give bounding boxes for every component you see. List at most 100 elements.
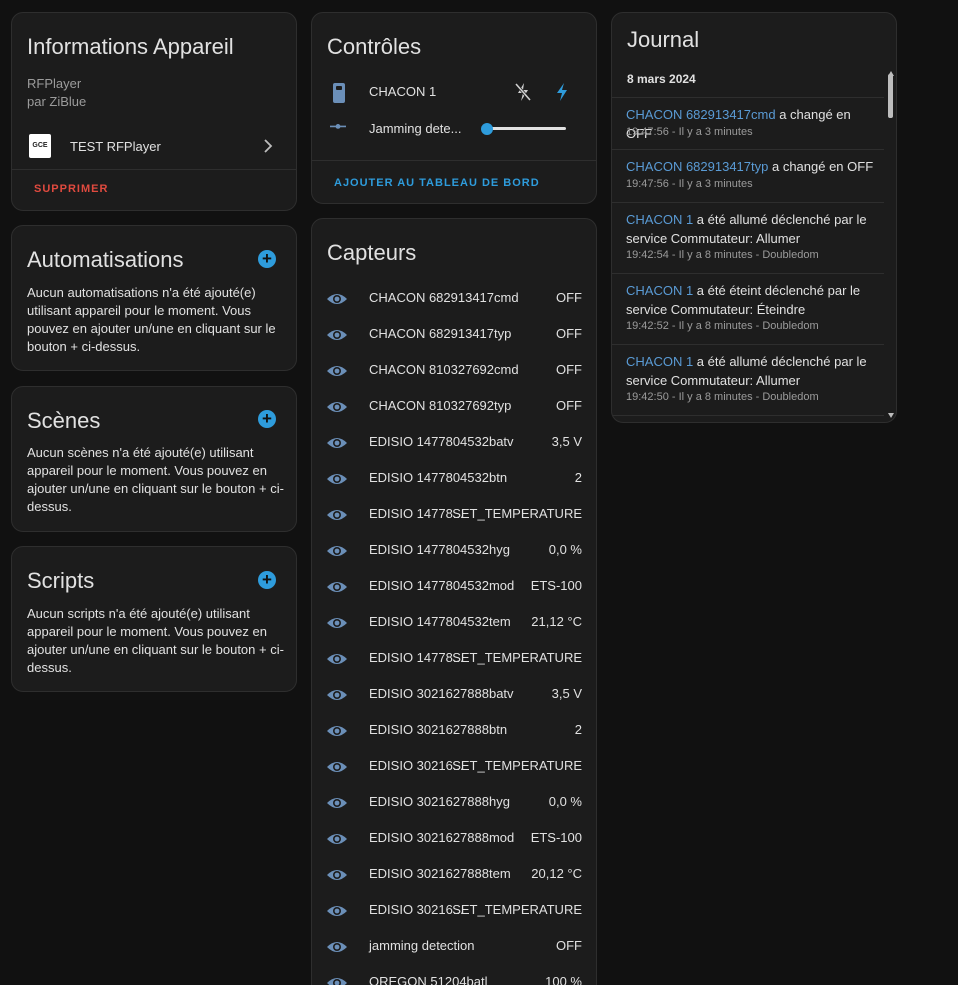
journal-entity-link[interactable]: CHACON 1 [626,212,693,227]
sensors-card: Capteurs CHACON 682913417cmd OFF CHACON 68… [311,218,597,985]
sensor-row[interactable]: CHACON 682913417typ OFF [312,316,596,352]
sensor-row[interactable]: CHACON 810327692typ OFF [312,388,596,424]
sensor-row[interactable]: EDISIO 14778... SET_TEMPERATURE [312,496,596,532]
sensor-row[interactable]: jamming detection OFF [312,928,596,964]
sensor-row[interactable]: EDISIO 3021627888hyg 0,0 % [312,784,596,820]
journal-time: 19:42:54 - Il y a 8 minutes - Doubledom [626,249,819,261]
sensor-name: EDISIO 3021627888btn [369,722,508,737]
add-scene-button[interactable]: + [258,410,276,428]
sensor-name: CHACON 682913417typ [369,326,512,341]
sensor-name: EDISIO 30216... [369,758,464,773]
sensor-value: 0,0 % [548,794,582,809]
control-row-chacon-1[interactable]: CHACON 1 [312,73,596,109]
journal-entity-link[interactable]: CHACON 1 [626,283,693,298]
controls-card: Contrôles CHACON 1 Jamming dete... AJOUT… [311,12,597,204]
journal-entity-link[interactable]: CHACON 682913417typ [626,159,768,174]
sensor-row[interactable]: CHACON 682913417cmd OFF [312,280,596,316]
journal-entry: CHACON 682913417typ a changé en OFF 19:47… [612,150,884,203]
sensor-row[interactable]: EDISIO 3021627888btn 2 [312,712,596,748]
sensor-name: CHACON 682913417cmd [369,290,519,305]
slider-track [484,127,566,130]
eye-icon [327,726,347,736]
flash-off-icon[interactable] [514,82,532,102]
sensor-row[interactable]: EDISIO 1477804532btn 2 [312,460,596,496]
sensor-row[interactable]: CHACON 810327692cmd OFF [312,352,596,388]
journal-time: 19:42:52 - Il y a 8 minutes - Doubledom [626,320,819,332]
journal-entity-link[interactable]: CHACON 682913417cmd [626,107,776,122]
sensor-value: OFF [556,398,582,413]
journal-title: Journal [627,27,700,52]
eye-icon [327,978,347,985]
eye-icon [327,402,347,412]
sensor-value: 100 % [545,974,582,985]
journal-entity-link[interactable]: CHACON 1 [626,354,693,369]
sensor-row[interactable]: EDISIO 30216... SET_TEMPERATURE [312,892,596,928]
journal-entry: CHACON 1 a été allumé déclenché par le s… [612,345,884,416]
sensor-row[interactable]: EDISIO 3021627888mod ETS-100 [312,820,596,856]
sensor-row[interactable]: EDISIO 1477804532tem 21,12 °C [312,604,596,640]
delete-button[interactable]: SUPPRIMER [34,183,108,195]
sensor-name: EDISIO 1477804532mod [369,578,515,593]
eye-icon [327,366,347,376]
sensor-name: EDISIO 3021627888batv [369,686,514,701]
add-to-dashboard-button[interactable]: AJOUTER AU TABLEAU DE BORD [334,177,540,189]
scroll-down-icon[interactable] [888,413,894,418]
sensor-row[interactable]: EDISIO 1477804532hyg 0,0 % [312,532,596,568]
automations-card: Automatisations + Aucun automatisations … [11,225,297,371]
sensor-value: 2 [574,722,582,737]
sensor-name: EDISIO 1477804532tem [369,614,511,629]
journal-message: CHACON 1 a été allumé déclenché par le s… [626,352,874,390]
sensor-value: OFF [556,326,582,341]
scripts-title: Scripts [27,568,95,593]
sensor-value: SET_TEMPERATURE [452,758,582,773]
sensor-row[interactable]: EDISIO 1477804532mod ETS-100 [312,568,596,604]
sensor-value: OFF [556,290,582,305]
sensor-value: 0,0 % [548,542,582,557]
sensor-name: OREGON 51204batl [369,974,488,985]
scripts-empty-text: Aucun scripts n'a été ajouté(e) utilisan… [27,606,284,675]
sensors-title: Capteurs [327,240,417,265]
eye-icon [327,474,347,484]
add-script-button[interactable]: + [258,571,276,589]
eye-icon [327,834,347,844]
integration-logo: GCE [29,134,51,158]
sensor-name: CHACON 810327692cmd [369,362,519,377]
sensor-row[interactable]: EDISIO 3021627888batv 3,5 V [312,676,596,712]
sensor-value: SET_TEMPERATURE [452,506,582,521]
control-name: Jamming dete... [369,121,462,136]
sensor-name: jamming detection [369,938,475,953]
sensor-row[interactable]: EDISIO 14778... SET_TEMPERATURE [312,640,596,676]
eye-icon [327,582,347,592]
sensor-value: OFF [556,362,582,377]
journal-entry: CHACON 682913417cmd a changé en OFF 19:47… [612,98,884,150]
sensor-name: EDISIO 14778... [369,650,464,665]
sensor-value: 21,12 °C [531,614,582,629]
automations-title: Automatisations [27,247,184,272]
sensor-row[interactable]: OREGON 51204batl 100 % [312,964,596,985]
scripts-card: Scripts + Aucun scripts n'a été ajouté(e… [11,546,297,692]
sensor-value: 2 [574,470,582,485]
integration-row[interactable]: GCE TEST RFPlayer [12,131,296,169]
journal-time: 19:47:56 - Il y a 3 minutes [626,178,753,190]
jamming-slider[interactable] [481,123,566,135]
add-automation-button[interactable]: + [258,250,276,268]
eye-icon [327,942,347,952]
journal-scrollbar[interactable] [888,71,894,418]
scenes-card: Scènes + Aucun scènes n'a été ajouté(e) … [11,386,297,532]
sensor-name: EDISIO 3021627888hyg [369,794,510,809]
control-row-jamming: Jamming dete... [312,110,596,146]
sensor-value: ETS-100 [530,578,582,593]
eye-icon [327,654,347,664]
sensor-row[interactable]: EDISIO 3021627888tem 20,12 °C [312,856,596,892]
sensor-row[interactable]: EDISIO 1477804532batv 3,5 V [312,424,596,460]
sensor-value: 20,12 °C [531,866,582,881]
divider [312,160,596,161]
sensor-row[interactable]: EDISIO 30216... SET_TEMPERATURE [312,748,596,784]
eye-icon [327,294,347,304]
eye-icon [327,762,347,772]
control-name: CHACON 1 [369,84,437,99]
slider-handle[interactable] [481,123,493,135]
flash-icon[interactable] [554,82,570,102]
scroll-thumb[interactable] [888,74,893,118]
scenes-empty-text: Aucun scènes n'a été ajouté(e) utilisant… [27,445,284,514]
